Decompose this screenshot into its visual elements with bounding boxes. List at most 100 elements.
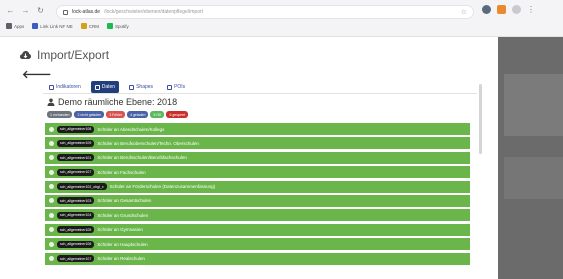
status-badge: 3 Fehler <box>106 111 126 118</box>
list-item[interactable]: sch_allgemeiner102_obgl_x Schüler an Förd… <box>45 180 470 193</box>
check-icon <box>49 198 54 204</box>
more-menu-icon[interactable]: ⋮ <box>527 5 535 14</box>
tab-label: Indikatoren <box>56 84 81 90</box>
indicator-label: Schüler an Berufsoberschulen/Techn. Ober… <box>97 140 199 146</box>
list-item[interactable]: sch_allgemeiner107 Schüler an Fachschulen <box>45 166 470 179</box>
list-item[interactable]: sch_allgemeiner107 Schüler an Realschulen <box>45 252 470 265</box>
indicator-code: sch_allgemeiner106 <box>57 240 95 248</box>
check-icon <box>49 256 54 262</box>
extension-icon[interactable] <box>497 5 506 14</box>
bookmark-item[interactable]: Link Link NF NE <box>32 23 73 29</box>
indicator-label: Schüler an Abendschulen/Kollegs <box>97 126 165 132</box>
bookmark-icon <box>32 23 39 29</box>
bookmark-icon <box>107 23 114 29</box>
back-arrow-icon[interactable]: 🡐 <box>22 67 52 81</box>
bookmark-label: Spotify <box>115 23 129 29</box>
tab-icon <box>129 84 135 90</box>
backdrop-panel <box>504 157 563 199</box>
check-icon <box>49 227 54 233</box>
status-badge: 6 gesperrt <box>166 111 189 118</box>
bookmark-icon <box>80 23 87 29</box>
lock-icon <box>63 9 68 15</box>
reload-icon[interactable]: ↻ <box>36 6 45 16</box>
user-icon <box>47 98 55 106</box>
indicator-label: Schüler an Gesamtschulen <box>97 198 152 204</box>
url-path: /lock/geschwister/ebenen/datenpflege/imp… <box>104 9 204 15</box>
list-item[interactable]: sch_allgemeiner101 Schüler an Berufsschul… <box>45 151 470 164</box>
status-legend: 1 vorhanden 2 nicht geladen 3 Fehler 4 gela… <box>47 111 189 118</box>
indicator-code: sch_allgemeiner109 <box>57 139 95 147</box>
tab-icon <box>49 84 54 90</box>
bookmark-label: Link Link NF NE <box>40 23 73 29</box>
backdrop-panel <box>504 74 563 136</box>
status-badge: 4 geladen <box>127 111 149 118</box>
indicator-code: sch_allgemeiner102_obgl_x <box>57 183 107 191</box>
indicator-code: sch_allgemeiner101 <box>57 154 95 162</box>
back-nav-icon[interactable]: ← <box>6 6 15 16</box>
tab-label: POIs <box>174 84 186 90</box>
extensions: ⋮ <box>482 5 535 14</box>
page-header: Import/Export <box>20 48 109 62</box>
modal-backdrop <box>498 37 563 279</box>
status-badge: 2 nicht geladen <box>74 111 105 118</box>
check-icon <box>49 155 54 161</box>
bookmarks-bar: Apps Link Link NF NE CRM Spotify <box>6 23 129 29</box>
nav-buttons: ← → ↻ <box>6 3 45 19</box>
bookmark-star-icon[interactable]: ☆ <box>461 8 467 16</box>
indicator-label: Schüler an Hauptschulen <box>97 241 148 247</box>
tab-pois[interactable]: POIs <box>163 81 189 93</box>
indicator-code: sch_allgemeiner107 <box>57 168 95 176</box>
tab-label: Daten <box>101 84 116 90</box>
url-host: lock-atlas.de <box>72 9 101 15</box>
section-title: Demo räumliche Ebene: 2018 <box>58 97 178 107</box>
profile-avatar[interactable] <box>512 5 521 14</box>
tab-icon <box>94 84 100 90</box>
bookmark-item[interactable]: CRM <box>80 23 100 29</box>
page-title: Import/Export <box>37 48 110 62</box>
indicator-code: sch_allgemeiner107 <box>57 255 95 263</box>
section-heading: Demo räumliche Ebene: 2018 <box>47 97 177 107</box>
tab-bar: Indikatoren Daten Shapes POIs <box>45 81 189 93</box>
list-item[interactable]: sch_allgemeiner106 Schüler an Hauptschule… <box>45 238 470 251</box>
indicator-label: Schüler an Förderschulen (Datenzusammenf… <box>109 184 216 190</box>
bookmark-label: CRM <box>88 23 100 29</box>
browser-toolbar: ← → ↻ lock-atlas.de /lock/geschwister/eb… <box>0 0 563 37</box>
check-icon <box>49 126 54 132</box>
list-item[interactable]: sch_allgemeiner109 Schüler an Berufsobers… <box>45 137 470 150</box>
check-icon <box>49 212 54 218</box>
tab-divider <box>43 93 477 94</box>
indicator-list: sch_allgemeiner108 Schüler an Abendschule… <box>45 123 470 267</box>
bookmark-item[interactable]: Apps <box>6 23 24 29</box>
scrollbar[interactable] <box>479 84 482 154</box>
tab-daten[interactable]: Daten <box>90 81 120 93</box>
forward-nav-icon[interactable]: → <box>21 6 30 16</box>
status-badge: 5 OK <box>150 111 165 118</box>
list-item[interactable]: sch_allgemeiner105 Schüler an Gymnasien <box>45 223 470 236</box>
indicator-label: Schüler an Gymnasien <box>97 227 143 233</box>
extension-icon[interactable] <box>482 5 491 14</box>
indicator-code: sch_allgemeiner103 <box>57 197 95 205</box>
bookmark-icon <box>6 23 12 29</box>
list-item[interactable]: sch_allgemeiner104 Schüler an Grundschule… <box>45 209 470 222</box>
check-icon <box>49 184 54 190</box>
bookmark-item[interactable]: Spotify <box>107 23 129 29</box>
bookmark-label: Apps <box>14 23 25 29</box>
check-icon <box>49 140 54 146</box>
tab-icon <box>167 84 173 90</box>
indicator-label: Schüler an Grundschulen <box>97 212 149 218</box>
indicator-label: Schüler an Realschulen <box>97 256 145 262</box>
indicator-label: Schüler an Fachschulen <box>97 169 146 175</box>
cloud-icon <box>20 51 31 59</box>
list-item[interactable]: sch_allgemeiner103 Schüler an Gesamtschul… <box>45 194 470 207</box>
check-icon <box>49 169 54 175</box>
indicator-label: Schüler an Berufsschulen/Berufsfachschul… <box>97 155 187 161</box>
indicator-code: sch_allgemeiner105 <box>57 226 95 234</box>
check-icon <box>49 241 54 247</box>
indicator-code: sch_allgemeiner108 <box>57 125 95 133</box>
indicator-code: sch_allgemeiner104 <box>57 211 95 219</box>
list-item[interactable]: sch_allgemeiner108 Schüler an Abendschule… <box>45 123 470 135</box>
tab-label: Shapes <box>136 84 154 90</box>
address-bar[interactable]: lock-atlas.de /lock/geschwister/ebenen/d… <box>56 5 474 19</box>
tab-indikatoren[interactable]: Indikatoren <box>45 81 85 93</box>
tab-shapes[interactable]: Shapes <box>125 81 157 93</box>
